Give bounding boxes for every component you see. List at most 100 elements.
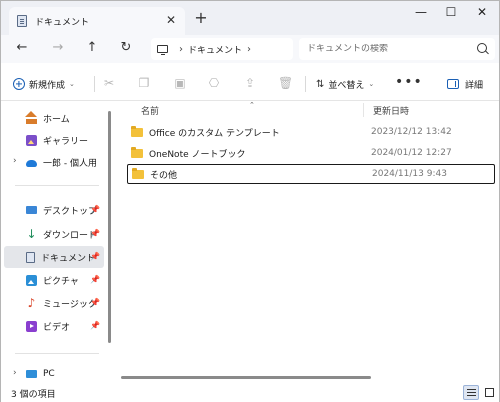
more-options-button[interactable]: •••: [395, 74, 423, 90]
search-box[interactable]: [299, 38, 495, 60]
rename-icon[interactable]: ⎔: [207, 76, 221, 90]
sidebar-item-pictures[interactable]: ピクチャ 📌: [4, 269, 104, 291]
sidebar-divider: [15, 353, 99, 354]
pin-icon[interactable]: 📌: [90, 229, 100, 238]
sidebar-item-label: ドキュメント: [41, 253, 96, 264]
add-icon: [13, 78, 25, 90]
file-modified: 2024/11/13 9:43: [372, 169, 447, 179]
search-icon[interactable]: [477, 43, 487, 53]
column-divider[interactable]: [363, 103, 364, 117]
chevron-down-icon: ⌄: [368, 80, 375, 88]
sidebar-scrollbar[interactable]: [108, 101, 112, 361]
file-name: OneNote ノートブック: [149, 149, 246, 160]
sidebar-item-desktop[interactable]: デスクトップ 📌: [4, 199, 104, 221]
tab-close-button[interactable]: ✕: [163, 13, 179, 29]
pin-icon[interactable]: 📌: [90, 275, 100, 284]
file-modified: 2023/12/12 13:42: [371, 127, 452, 137]
breadcrumb-item-documents[interactable]: ドキュメント: [188, 43, 242, 56]
sidebar-item-label: ピクチャ: [43, 276, 79, 287]
cut-icon[interactable]: ✂: [102, 76, 116, 90]
address-bar: ← → ↑ ↻ › ドキュメント ›: [1, 35, 499, 63]
sidebar-item-gallery[interactable]: ギャラリー: [4, 129, 104, 151]
chevron-right-icon[interactable]: ›: [179, 44, 183, 55]
sort-button[interactable]: ⇅ 並べ替え ⌄: [316, 75, 374, 93]
minimize-button[interactable]: —: [406, 3, 436, 23]
breadcrumb[interactable]: › ドキュメント ›: [151, 38, 293, 60]
column-header-name[interactable]: 名前: [141, 104, 159, 117]
sidebar-item-onedrive[interactable]: › 一郎 - 個人用: [4, 151, 104, 173]
tiles-view-icon: [484, 388, 494, 397]
details-button-label: 詳細: [465, 80, 484, 91]
tab-documents[interactable]: ドキュメント ✕: [9, 7, 185, 35]
new-tab-button[interactable]: +: [191, 9, 211, 29]
tiles-view-button[interactable]: [481, 385, 497, 400]
file-list: ⌃ 名前 更新日時 Office のカスタム テンプレート 2023/12/12…: [113, 101, 499, 383]
sidebar-item-label: PC: [43, 369, 55, 379]
maximize-button[interactable]: ☐: [436, 3, 466, 23]
sidebar-item-label: デスクトップ: [43, 206, 98, 217]
close-window-button[interactable]: ✕: [467, 3, 497, 23]
status-bar: 3 個の項目: [1, 383, 499, 402]
sidebar-item-documents[interactable]: ドキュメント 📌: [4, 246, 104, 268]
details-view-icon: [466, 389, 476, 396]
download-icon: ↓: [26, 226, 37, 241]
pin-icon[interactable]: 📌: [90, 252, 100, 261]
pictures-icon: [26, 274, 37, 286]
new-button[interactable]: 新規作成 ⌄: [13, 75, 75, 93]
sort-ascending-icon: ⌃: [249, 101, 255, 109]
title-bar: ドキュメント ✕ + — ☐ ✕: [1, 1, 499, 35]
search-input[interactable]: [307, 44, 467, 54]
refresh-button[interactable]: ↻: [115, 39, 137, 59]
command-bar: 新規作成 ⌄ ✂ ❐ ▣ ⎔ ⇪ 🗑 ⇅ 並べ替え ⌄ ••• 詳細: [1, 67, 499, 101]
table-row[interactable]: その他 2024/11/13 9:43: [127, 164, 495, 184]
folder-icon: [131, 125, 143, 137]
chevron-down-icon: ⌄: [69, 80, 75, 88]
sidebar-item-music[interactable]: ♪ ミュージック 📌: [4, 292, 104, 314]
sidebar-item-downloads[interactable]: ↓ ダウンロード 📌: [4, 223, 104, 245]
sidebar-item-label: ギャラリー: [43, 136, 89, 147]
documents-icon: [17, 15, 27, 27]
this-pc-icon[interactable]: [157, 45, 168, 55]
table-row[interactable]: OneNote ノートブック 2024/01/12 12:27: [127, 143, 495, 163]
sidebar-item-videos[interactable]: ビデオ 📌: [4, 315, 104, 337]
table-row[interactable]: Office のカスタム テンプレート 2023/12/12 13:42: [127, 122, 495, 142]
chevron-right-icon[interactable]: ›: [13, 156, 17, 166]
videos-icon: [26, 320, 37, 332]
new-button-label: 新規作成: [29, 80, 66, 91]
pin-icon[interactable]: 📌: [90, 298, 100, 307]
folder-icon: [131, 146, 143, 158]
delete-icon[interactable]: 🗑: [278, 76, 293, 90]
tab-title: ドキュメント: [35, 17, 90, 28]
details-pane-button[interactable]: 詳細: [447, 75, 483, 93]
column-header-modified[interactable]: 更新日時: [373, 104, 409, 117]
horizontal-scrollbar[interactable]: [121, 376, 371, 379]
onedrive-cloud-icon: [26, 160, 37, 167]
sidebar-scrollbar-thumb[interactable]: [108, 111, 111, 343]
home-icon: [25, 110, 37, 124]
sidebar-item-pc[interactable]: › PC: [4, 363, 104, 385]
forward-button[interactable]: →: [47, 39, 69, 59]
sort-icon: ⇅: [316, 78, 325, 90]
chevron-right-icon[interactable]: ›: [247, 44, 251, 55]
music-icon: ♪: [27, 295, 36, 310]
sort-button-label: 並べ替え: [328, 80, 365, 91]
navigation-pane: ホーム ギャラリー › 一郎 - 個人用 デスクトップ 📌 ↓ ダウンロード 📌…: [1, 101, 109, 383]
sidebar-item-label: ミュージック: [43, 299, 97, 310]
paste-icon[interactable]: ▣: [173, 76, 187, 90]
up-button[interactable]: ↑: [81, 39, 103, 59]
pin-icon[interactable]: 📌: [90, 321, 100, 330]
sidebar-item-label: ビデオ: [43, 322, 71, 333]
chevron-right-icon[interactable]: ›: [13, 368, 17, 378]
share-icon[interactable]: ⇪: [243, 76, 257, 90]
pin-icon[interactable]: 📌: [90, 205, 100, 214]
sidebar-item-label: 一郎 - 個人用: [43, 158, 97, 169]
file-name: その他: [150, 170, 178, 181]
file-explorer-window: ドキュメント ✕ + — ☐ ✕ ← → ↑ ↻ › ドキュメント › 新規作成…: [0, 0, 500, 402]
sidebar-item-label: ホーム: [43, 114, 70, 125]
file-modified: 2024/01/12 12:27: [371, 148, 452, 158]
sidebar-item-home[interactable]: ホーム: [4, 107, 104, 129]
sidebar-item-label: ダウンロード: [43, 230, 98, 241]
back-button[interactable]: ←: [11, 39, 33, 59]
details-view-button[interactable]: [463, 385, 479, 400]
copy-icon[interactable]: ❐: [137, 76, 151, 90]
